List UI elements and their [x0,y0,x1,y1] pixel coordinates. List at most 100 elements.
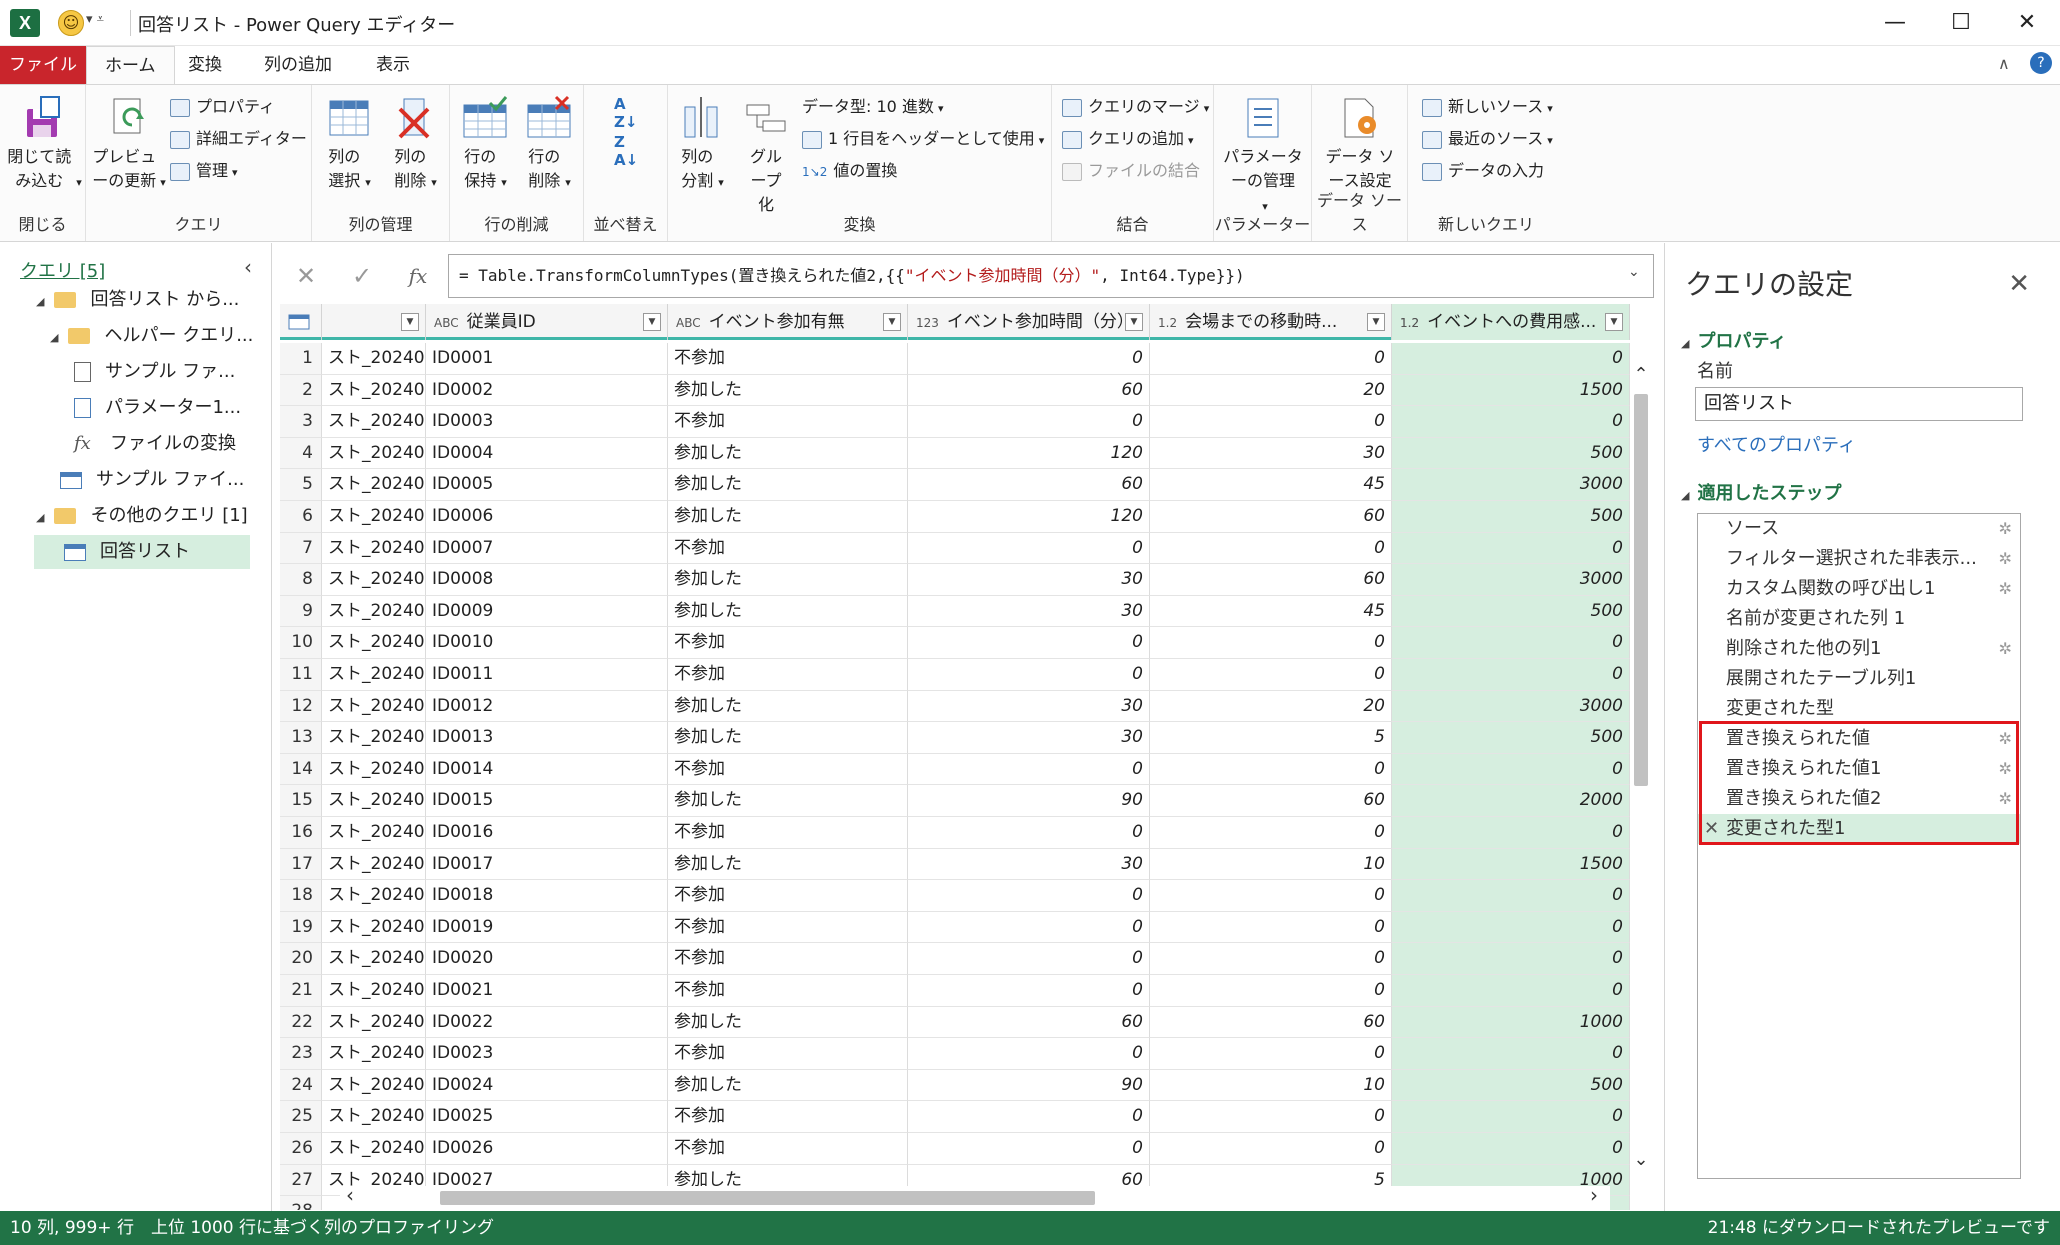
table-cell[interactable]: 0 [1150,817,1392,849]
table-cell[interactable]: 0 [908,627,1150,659]
table-cell[interactable]: 45 [1150,469,1392,501]
query-name-input[interactable]: 回答リスト [1695,387,2023,421]
table-cell[interactable]: 0 [1392,627,1630,659]
table-cell[interactable]: 0 [1150,406,1392,438]
table-cell[interactable]: ID0019 [426,911,668,944]
new-source-button[interactable]: 新しいソース ▾ [1422,93,1553,121]
table-cell[interactable]: 10 [1150,1069,1392,1102]
table-row[interactable]: 16スト_20240...ID0016不参加000 [280,817,1630,849]
column-filter-dropdown-icon[interactable]: ▼ [1125,313,1143,331]
keep-rows-button[interactable]: 行の保持 ▾ [454,95,516,195]
column-filter-dropdown-icon[interactable]: ▼ [883,313,901,331]
table-cell[interactable]: 60 [908,374,1150,407]
properties-section-header[interactable]: ◢ プロパティ [1681,327,1786,353]
table-cell[interactable]: ID0021 [426,975,668,1007]
table-cell[interactable]: 0 [908,532,1150,565]
table-cell[interactable]: 0 [908,911,1150,944]
table-cell[interactable]: 500 [1392,437,1630,470]
query-tree-item[interactable]: サンプル ファ... [74,355,235,389]
column-type-icon[interactable]: ABC [434,316,459,330]
table-cell[interactable]: ID0020 [426,943,668,975]
table-row[interactable]: 12スト_20240...ID0012参加した30203000 [280,690,1630,723]
combine-files-button[interactable]: ファイルの結合 [1062,157,1200,185]
table-cell[interactable]: スト_20240... [322,753,426,786]
table-cell[interactable]: スト_20240... [322,785,426,817]
table-cell[interactable]: 0 [1392,343,1630,375]
queries-pane-header[interactable]: クエリ [5] [20,257,105,283]
tab-view[interactable]: 表示 [358,46,428,84]
table-cell[interactable]: スト_20240... [322,437,426,470]
group-by-button[interactable]: グループ化 [734,95,798,217]
table-cell[interactable]: 0 [1392,1133,1630,1165]
table-cell[interactable]: ID0024 [426,1069,668,1102]
table-cell[interactable]: 0 [1392,880,1630,912]
table-cell[interactable]: 3000 [1392,564,1630,596]
minimize-button[interactable]: — [1862,0,1928,46]
table-cell[interactable]: 不参加 [668,880,908,912]
step-settings-gear-icon[interactable]: ✲ [1999,574,2012,604]
table-cell[interactable]: 20 [1150,690,1392,723]
table-row[interactable]: 7スト_20240...ID0007不参加000 [280,532,1630,565]
table-cell[interactable]: 500 [1392,595,1630,628]
table-cell[interactable]: ID0007 [426,532,668,565]
vertical-scrollbar[interactable]: ⌃ ⌄ [1630,362,1652,1170]
query-tree-item[interactable]: パラメーター1... [74,391,241,425]
table-cell[interactable]: 1500 [1392,848,1630,881]
table-cell[interactable]: 20 [1150,374,1392,407]
applied-step[interactable]: 削除された他の列1 ✲ [1698,634,2020,664]
table-row[interactable]: 4スト_20240...ID0004参加した12030500 [280,437,1630,470]
table-cell[interactable]: ID0009 [426,595,668,628]
table-cell[interactable]: スト_20240... [322,627,426,659]
table-cell[interactable]: スト_20240... [322,690,426,723]
applied-step[interactable]: フィルター選択された非表示... ✲ [1698,544,2020,574]
table-cell[interactable]: 90 [908,785,1150,817]
table-cell[interactable]: ID0016 [426,817,668,849]
collapse-pane-icon[interactable]: ‹ [244,255,252,279]
column-filter-dropdown-icon[interactable]: ▼ [401,313,419,331]
table-cell[interactable]: 参加した [668,690,908,723]
table-cell[interactable]: ID0026 [426,1133,668,1165]
table-cell[interactable]: 60 [908,1006,1150,1039]
table-cell[interactable]: 120 [908,437,1150,470]
table-cell[interactable]: 0 [908,1133,1150,1165]
table-cell[interactable]: 0 [1392,1101,1630,1133]
horizontal-scroll-thumb[interactable] [440,1191,1095,1205]
query-tree-item[interactable]: ◢ ヘルパー クエリ... [50,319,253,353]
table-cell[interactable]: 参加した [668,848,908,881]
table-cell[interactable]: 0 [1150,753,1392,786]
column-header[interactable]: ABC イベント参加有無 ▼ [668,304,908,340]
table-row[interactable]: 10スト_20240...ID0010不参加000 [280,627,1630,659]
table-cell[interactable]: 60 [908,469,1150,501]
table-cell[interactable]: 不参加 [668,659,908,691]
table-cell[interactable]: スト_20240... [322,722,426,754]
append-queries-button[interactable]: クエリの追加 ▾ [1062,125,1194,153]
table-cell[interactable]: 0 [1392,659,1630,691]
expand-triangle-icon[interactable]: ◢ [50,331,58,344]
table-cell[interactable]: スト_20240... [322,564,426,596]
table-cell[interactable]: ID0018 [426,880,668,912]
query-tree-item[interactable]: サンプル ファイ... [60,463,244,497]
table-cell[interactable]: ID0022 [426,1006,668,1039]
table-cell[interactable]: 30 [908,595,1150,628]
table-row[interactable]: 9スト_20240...ID0009参加した3045500 [280,595,1630,628]
table-cell[interactable]: 0 [1150,975,1392,1007]
applied-step[interactable]: ソース ✲ [1698,514,2020,544]
table-cell[interactable]: ID0023 [426,1038,668,1070]
replace-values-button[interactable]: 1↘2 値の置換 [802,157,897,185]
table-cell[interactable]: 500 [1392,501,1630,533]
table-cell[interactable]: 不参加 [668,343,908,375]
table-cell[interactable]: 0 [1150,627,1392,659]
table-cell[interactable]: 3000 [1392,469,1630,501]
table-cell[interactable]: 不参加 [668,975,908,1007]
table-cell[interactable]: ID0005 [426,469,668,501]
table-cell[interactable]: 参加した [668,785,908,817]
table-cell[interactable]: 5 [1150,722,1392,754]
table-cell[interactable]: 不参加 [668,943,908,975]
advanced-editor-button[interactable]: 詳細エディター [170,125,307,153]
column-header[interactable]: ▼ [322,304,426,340]
table-row[interactable]: 23スト_20240...ID0023不参加000 [280,1038,1630,1070]
table-row[interactable]: 25スト_20240...ID0025不参加000 [280,1101,1630,1133]
table-cell[interactable]: ID0011 [426,659,668,691]
table-cell[interactable]: スト_20240... [322,469,426,501]
column-header[interactable]: ABC 従業員ID ▼ [426,304,668,340]
